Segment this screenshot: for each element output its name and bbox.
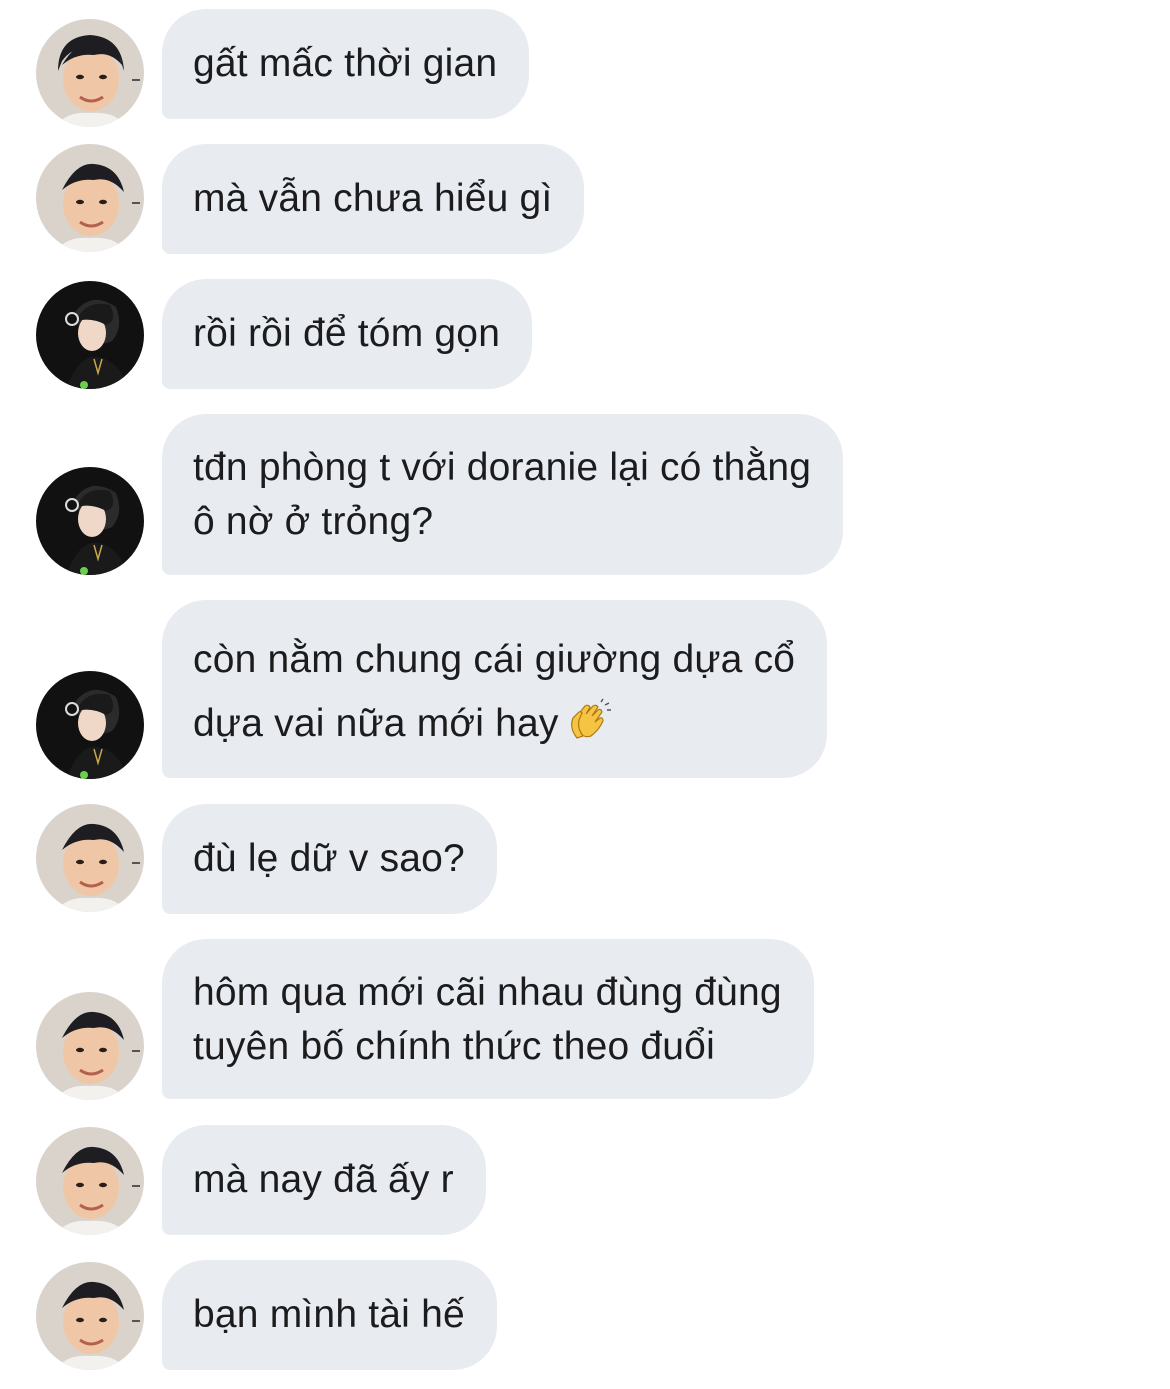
message-bubble[interactable]: còn nằm chung cái giường dựa cổ dựa vai … bbox=[162, 600, 828, 778]
avatar-icon[interactable] bbox=[36, 671, 144, 779]
message-text: mà nay đã ấy r bbox=[193, 1158, 454, 1201]
avatar-icon[interactable] bbox=[36, 804, 144, 912]
avatar-icon[interactable] bbox=[36, 1262, 144, 1370]
message-text: hôm qua mới cãi nhau đùng đùng bbox=[193, 971, 782, 1014]
message-bubble[interactable]: mà vẫn chưa hiểu gì bbox=[162, 144, 585, 254]
avatar-icon[interactable] bbox=[36, 281, 144, 389]
message-row: bạn mình tài hế bbox=[0, 1260, 1170, 1370]
message-bubble[interactable]: hôm qua mới cãi nhau đùng đùng tuyên bố … bbox=[162, 939, 814, 1099]
message-row: gất mấc thời gian bbox=[0, 9, 1170, 127]
message-bubble[interactable]: gất mấc thời gian bbox=[162, 9, 530, 119]
avatar-icon[interactable] bbox=[36, 992, 144, 1100]
avatar-icon[interactable] bbox=[36, 144, 144, 252]
message-text: bạn mình tài hế bbox=[193, 1293, 465, 1336]
avatar-icon[interactable] bbox=[36, 19, 144, 127]
message-text: đù lẹ dữ v sao? bbox=[193, 837, 465, 880]
avatar-icon[interactable] bbox=[36, 1127, 144, 1235]
message-row: mà nay đã ấy r bbox=[0, 1125, 1170, 1235]
message-text: mà vẫn chưa hiểu gì bbox=[193, 177, 553, 220]
message-bubble[interactable]: tđn phòng t với doranie lại có thằng ô n… bbox=[162, 414, 844, 575]
message-text: dựa vai nữa mới hay bbox=[193, 702, 559, 745]
message-text-with-emoji: dựa vai nữa mới hay bbox=[193, 692, 795, 756]
message-row: rồi rồi để tóm gọn bbox=[0, 279, 1170, 389]
message-row: còn nằm chung cái giường dựa cổ dựa vai … bbox=[0, 600, 1170, 779]
avatar-icon[interactable] bbox=[36, 467, 144, 575]
message-text: tđn phòng t với doranie lại có thằng bbox=[193, 446, 812, 489]
message-row: đù lẹ dữ v sao? bbox=[0, 804, 1170, 914]
clapping-hands-icon bbox=[567, 698, 613, 744]
message-text: còn nằm chung cái giường dựa cổ bbox=[193, 638, 796, 681]
message-bubble[interactable]: bạn mình tài hế bbox=[162, 1260, 497, 1370]
message-text: gất mấc thời gian bbox=[193, 42, 498, 85]
message-text: ô nờ ở trỏng? bbox=[193, 500, 434, 543]
message-row: tđn phòng t với doranie lại có thằng ô n… bbox=[0, 414, 1170, 575]
message-bubble[interactable]: rồi rồi để tóm gọn bbox=[162, 279, 533, 389]
message-text: tuyên bố chính thức theo đuổi bbox=[193, 1025, 715, 1068]
message-bubble[interactable]: đù lẹ dữ v sao? bbox=[162, 804, 497, 914]
message-bubble[interactable]: mà nay đã ấy r bbox=[162, 1125, 486, 1235]
message-row: hôm qua mới cãi nhau đùng đùng tuyên bố … bbox=[0, 939, 1170, 1100]
message-text: rồi rồi để tóm gọn bbox=[193, 312, 501, 355]
message-row: mà vẫn chưa hiểu gì bbox=[0, 144, 1170, 254]
